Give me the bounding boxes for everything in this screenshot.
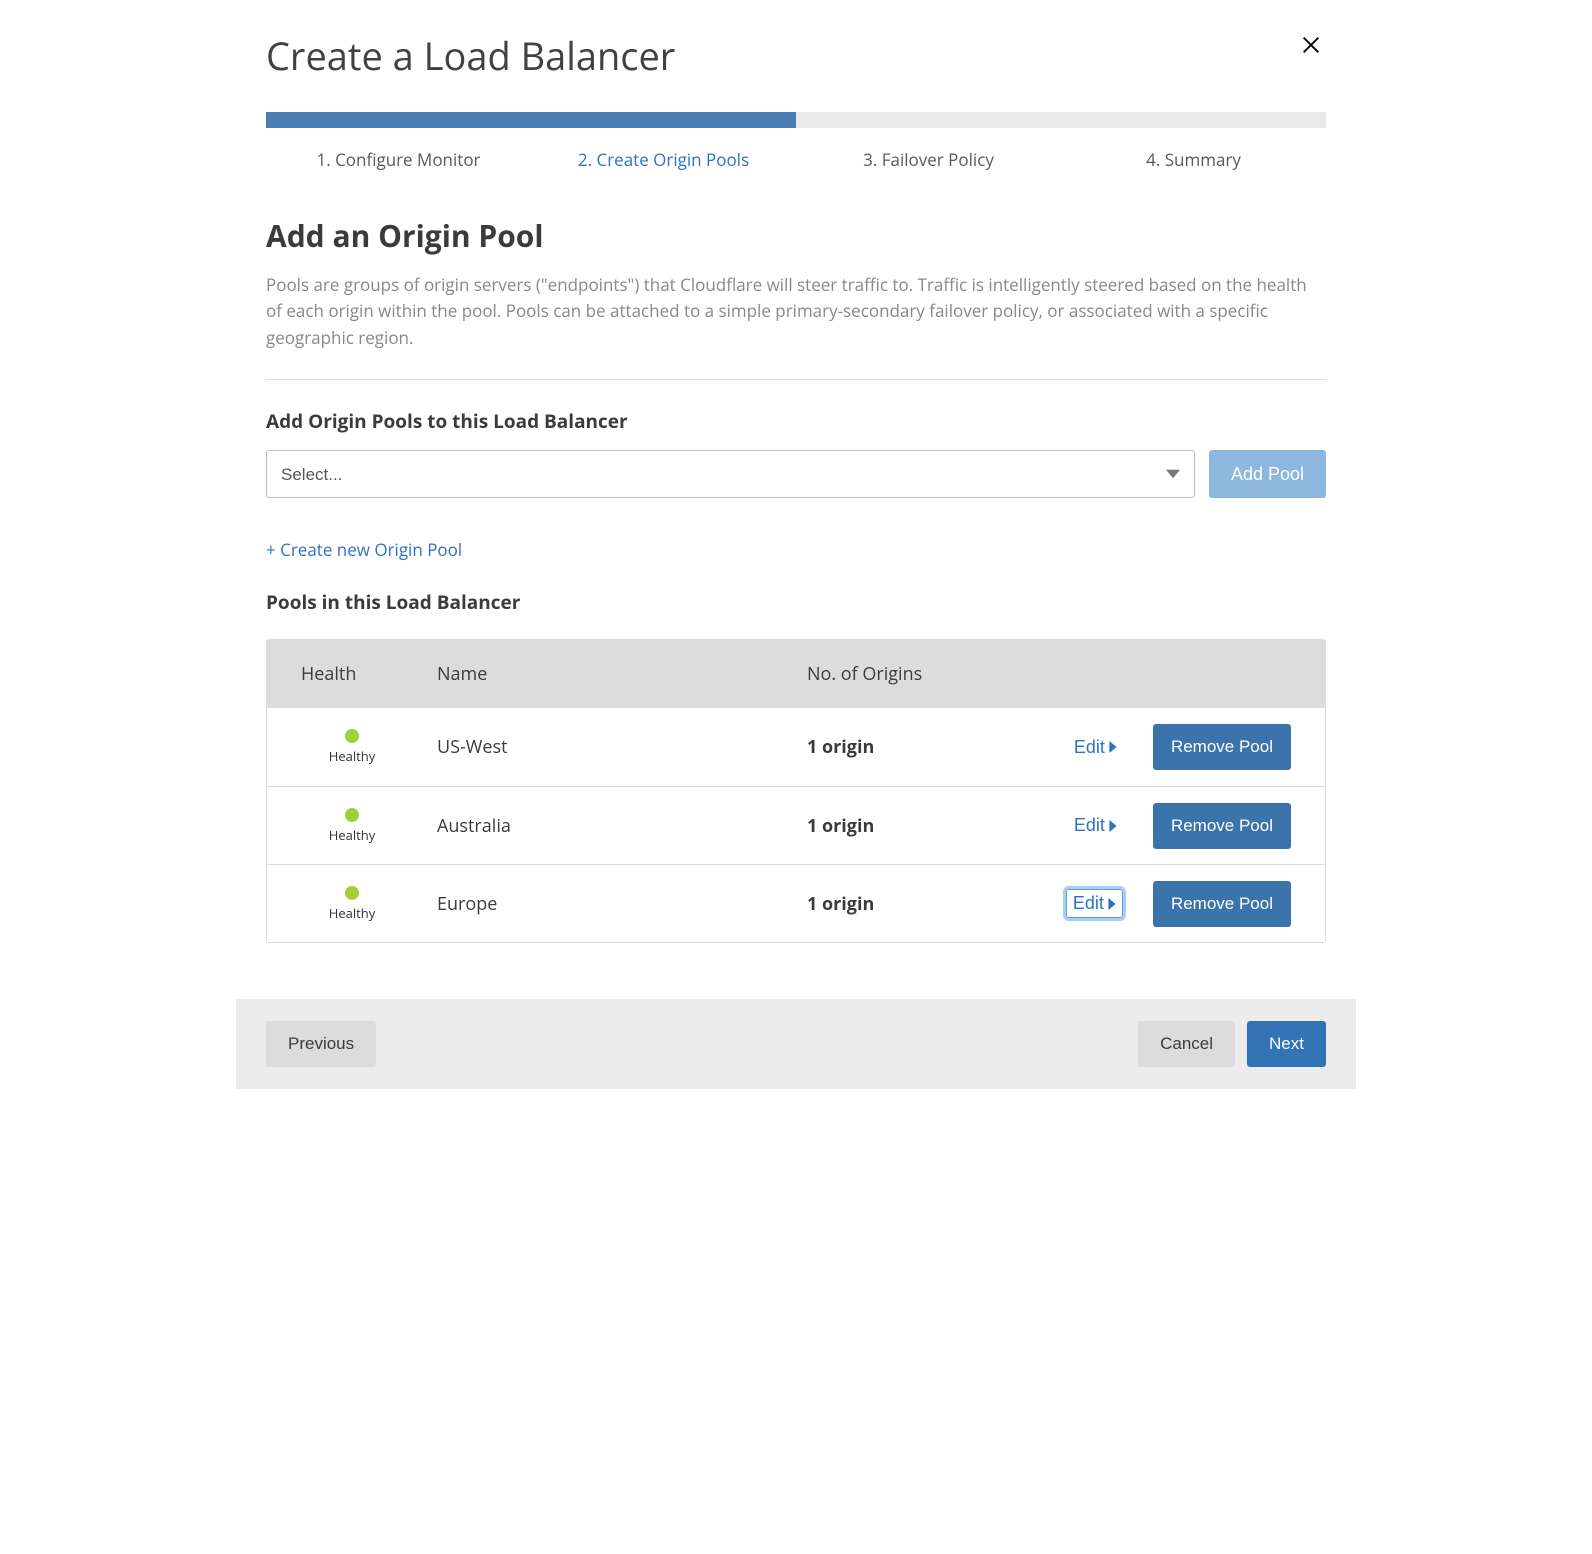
edit-pool-button[interactable]: Edit xyxy=(1068,734,1123,761)
section-heading: Add an Origin Pool xyxy=(266,215,1326,256)
origin-count: 1 origin xyxy=(807,735,1015,759)
close-button[interactable] xyxy=(1296,30,1326,60)
table-row: Healthy US-West1 origin Edit Remove Pool xyxy=(267,708,1325,786)
wizard-steps: 1. Configure Monitor2. Create Origin Poo… xyxy=(236,112,1356,177)
progress-bar xyxy=(266,112,1326,128)
edit-pool-button[interactable]: Edit xyxy=(1066,889,1123,918)
pool-name: Australia xyxy=(437,814,807,838)
pool-select[interactable]: Select... xyxy=(266,450,1195,498)
col-header-health: Health xyxy=(267,662,437,686)
health-status-icon xyxy=(345,729,359,743)
wizard-footer: Previous Cancel Next xyxy=(236,999,1356,1089)
edit-pool-button[interactable]: Edit xyxy=(1068,812,1123,839)
health-cell: Healthy xyxy=(267,729,437,765)
health-status-icon xyxy=(345,808,359,822)
edit-label: Edit xyxy=(1074,815,1105,836)
modal-title: Create a Load Balancer xyxy=(266,30,675,82)
cancel-button[interactable]: Cancel xyxy=(1138,1021,1235,1067)
divider xyxy=(266,379,1326,380)
col-header-origins: No. of Origins xyxy=(807,662,1015,686)
row-actions: Edit Remove Pool xyxy=(1015,881,1325,927)
remove-pool-button[interactable]: Remove Pool xyxy=(1153,724,1291,770)
next-button[interactable]: Next xyxy=(1247,1021,1326,1067)
modal-header: Create a Load Balancer xyxy=(236,0,1356,112)
pool-name: US-West xyxy=(437,735,807,759)
health-status-label: Healthy xyxy=(329,904,376,922)
main-content: Add an Origin Pool Pools are groups of o… xyxy=(236,177,1356,943)
health-cell: Healthy xyxy=(267,886,437,922)
close-icon xyxy=(1300,34,1322,56)
caret-right-icon xyxy=(1109,820,1117,832)
remove-pool-button[interactable]: Remove Pool xyxy=(1153,803,1291,849)
col-header-name: Name xyxy=(437,662,807,686)
edit-label: Edit xyxy=(1073,893,1104,914)
pool-name: Europe xyxy=(437,892,807,916)
section-description: Pools are groups of origin servers ("end… xyxy=(266,272,1326,351)
caret-right-icon xyxy=(1108,898,1116,910)
health-status-label: Healthy xyxy=(329,747,376,765)
wizard-step-3[interactable]: 3. Failover Policy xyxy=(796,142,1061,177)
origin-count: 1 origin xyxy=(807,814,1015,838)
table-header: Health Name No. of Origins xyxy=(267,640,1325,708)
table-row: Healthy Australia1 origin Edit Remove Pool xyxy=(267,786,1325,864)
row-actions: Edit Remove Pool xyxy=(1015,724,1325,770)
create-load-balancer-modal: Create a Load Balancer 1. Configure Moni… xyxy=(236,0,1356,1089)
progress-fill xyxy=(266,112,796,128)
wizard-step-2[interactable]: 2. Create Origin Pools xyxy=(531,142,796,177)
caret-right-icon xyxy=(1109,741,1117,753)
add-pools-label: Add Origin Pools to this Load Balancer xyxy=(266,408,1326,434)
origin-count: 1 origin xyxy=(807,892,1015,916)
create-origin-pool-link[interactable]: + Create new Origin Pool xyxy=(266,538,462,561)
health-status-icon xyxy=(345,886,359,900)
previous-button[interactable]: Previous xyxy=(266,1021,376,1067)
wizard-step-1[interactable]: 1. Configure Monitor xyxy=(266,142,531,177)
table-row: Healthy Europe1 origin Edit Remove Pool xyxy=(267,864,1325,942)
pools-table: Health Name No. of Origins Healthy US-Wes… xyxy=(266,639,1326,943)
health-status-label: Healthy xyxy=(329,826,376,844)
row-actions: Edit Remove Pool xyxy=(1015,803,1325,849)
pools-list-label: Pools in this Load Balancer xyxy=(266,589,1326,615)
pool-select-wrapper: Select... xyxy=(266,450,1195,498)
add-pool-row: Select... Add Pool xyxy=(266,450,1326,498)
edit-label: Edit xyxy=(1074,737,1105,758)
health-cell: Healthy xyxy=(267,808,437,844)
wizard-step-4[interactable]: 4. Summary xyxy=(1061,142,1326,177)
remove-pool-button[interactable]: Remove Pool xyxy=(1153,881,1291,927)
add-pool-button[interactable]: Add Pool xyxy=(1209,450,1326,498)
